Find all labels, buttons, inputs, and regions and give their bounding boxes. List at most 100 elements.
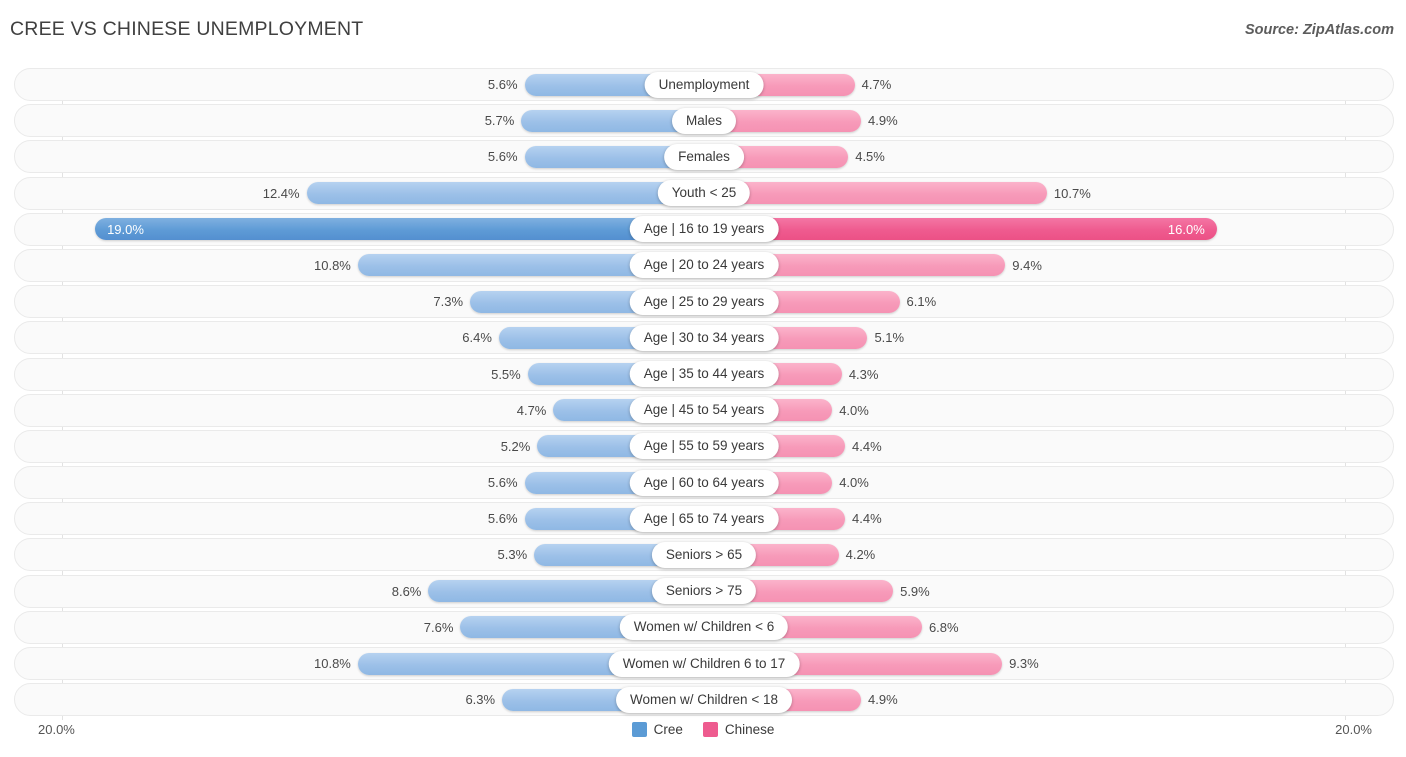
category-label-pill[interactable]: Unemployment: [644, 71, 764, 98]
bar-half-right: 4.4%: [704, 431, 1393, 462]
bar-value-chinese: 4.5%: [855, 149, 885, 165]
bar-value-cree: 6.4%: [462, 330, 492, 346]
bar-value-cree: 7.6%: [423, 619, 454, 635]
bar-value-chinese: 5.1%: [874, 330, 905, 346]
bar-value-cree: 5.6%: [487, 77, 518, 92]
square-swatch-icon: [702, 722, 718, 737]
chart-row[interactable]: 5.6% 4.0% Age | 60 to 64 years: [14, 466, 1394, 500]
chart-rows: 5.6% 4.7% Unemployment 5.7% 4.9% Males 5.6% 4.5…: [14, 68, 1394, 717]
bar-half-left: 10.8%: [15, 250, 704, 281]
bar-half-left: 12.4%: [15, 178, 704, 209]
category-label-pill[interactable]: Age | 60 to 64 years: [629, 469, 779, 496]
chart-row[interactable]: 4.7% 4.0% Age | 45 to 54 years: [14, 393, 1394, 427]
chart-row[interactable]: 5.2% 4.4% Age | 55 to 59 years: [14, 429, 1394, 463]
bar-value-chinese: 10.7%: [1053, 185, 1091, 201]
bar-half-right: 4.4%: [704, 503, 1393, 534]
bar-half-right: 5.9%: [704, 576, 1393, 607]
bar-half-left: 4.7%: [15, 395, 704, 426]
bar-value-chinese: 9.4%: [1012, 257, 1042, 273]
chart-row[interactable]: 5.6% 4.7% Unemployment: [14, 68, 1394, 101]
category-label-pill[interactable]: Age | 45 to 54 years: [629, 397, 779, 424]
bar-half-right: 9.3%: [704, 648, 1393, 679]
category-label-pill[interactable]: Age | 25 to 29 years: [629, 288, 779, 315]
bar-value-chinese: 4.0%: [839, 402, 869, 418]
bar-value-cree: 12.4%: [262, 185, 300, 201]
chart-row[interactable]: 5.6% 4.5% Females: [14, 140, 1394, 174]
bar-cree[interactable]: [306, 182, 704, 205]
bar-half-left: 5.7%: [15, 105, 704, 136]
bar-value-cree: 7.3%: [433, 294, 464, 310]
chart-row[interactable]: 10.8% 9.4% Age | 20 to 24 years: [14, 248, 1394, 282]
category-label-pill[interactable]: Age | 35 to 44 years: [629, 361, 779, 387]
chart-row[interactable]: 7.6% 6.8% Women w/ Children < 6: [14, 610, 1394, 644]
bar-value-chinese: 4.9%: [868, 692, 898, 708]
bar-half-left: 5.6%: [15, 503, 704, 534]
bar-chinese[interactable]: [704, 182, 1047, 205]
category-label-pill[interactable]: Age | 20 to 24 years: [629, 252, 779, 279]
bar-half-right: 4.9%: [704, 684, 1393, 715]
bar-value-cree: 19.0%: [107, 221, 144, 237]
bar-half-left: 5.2%: [15, 431, 704, 462]
category-label-pill[interactable]: Age | 16 to 19 years: [629, 216, 779, 243]
chart-row[interactable]: 5.5% 4.3% Age | 35 to 44 years: [14, 357, 1394, 391]
bar-cree[interactable]: 19.0%: [95, 218, 704, 241]
category-label-pill[interactable]: Males: [671, 107, 737, 134]
chart-row[interactable]: 12.4% 10.7% Youth < 25: [14, 176, 1394, 210]
chart-row[interactable]: 5.6% 4.4% Age | 65 to 74 years: [14, 502, 1394, 536]
category-label-pill[interactable]: Seniors > 65: [651, 541, 757, 568]
bar-value-chinese: 4.7%: [861, 77, 892, 92]
chart-legend: Cree Chinese: [0, 722, 1406, 737]
bar-value-cree: 4.7%: [516, 402, 547, 418]
bar-value-cree: 5.6%: [487, 475, 518, 491]
category-label-pill[interactable]: Women w/ Children 6 to 17: [608, 650, 800, 677]
source-attribution: Source: ZipAtlas.com: [1244, 22, 1394, 38]
bar-half-left: 10.8%: [15, 648, 704, 679]
page-title: CREE VS CHINESE UNEMPLOYMENT: [10, 18, 364, 40]
bar-value-chinese: 6.8%: [928, 619, 959, 635]
bar-half-right: 10.7%: [704, 178, 1393, 209]
bar-half-right: 4.5%: [704, 141, 1393, 172]
legend-label: Chinese: [724, 722, 775, 737]
bar-value-cree: 5.2%: [500, 438, 531, 454]
bar-value-chinese: 4.3%: [848, 366, 879, 382]
bar-half-right: 5.1%: [704, 322, 1393, 353]
bar-value-cree: 5.7%: [484, 113, 515, 129]
category-label-pill[interactable]: Age | 30 to 34 years: [629, 324, 779, 351]
category-label-pill[interactable]: Females: [664, 143, 744, 170]
chart-row[interactable]: 19.0% 16.0% Age | 16 to 19 years: [14, 212, 1394, 246]
bar-chinese[interactable]: 16.0%: [704, 218, 1217, 241]
chart-plot-area: 5.6% 4.7% Unemployment 5.7% 4.9% Males 5.6% 4.5…: [14, 68, 1394, 720]
category-label-pill[interactable]: Age | 65 to 74 years: [629, 505, 779, 532]
chart-row[interactable]: 6.3% 4.9% Women w/ Children < 18: [14, 683, 1394, 717]
bar-half-left: 19.0%: [15, 214, 704, 245]
bar-half-left: 5.6%: [15, 467, 704, 498]
bar-value-cree: 5.6%: [487, 149, 518, 165]
category-label-pill[interactable]: Seniors > 75: [651, 578, 757, 605]
legend-label: Cree: [653, 722, 683, 737]
legend-item-chinese[interactable]: Chinese: [702, 722, 775, 737]
chart-row[interactable]: 7.3% 6.1% Age | 25 to 29 years: [14, 285, 1394, 319]
bar-half-left: 6.3%: [15, 684, 704, 715]
category-label-pill[interactable]: Women w/ Children < 6: [619, 614, 789, 641]
bar-value-chinese: 4.4%: [852, 511, 882, 527]
legend-item-cree[interactable]: Cree: [631, 722, 683, 737]
bar-half-right: 6.1%: [704, 286, 1393, 317]
bar-half-right: 4.9%: [704, 105, 1393, 136]
chart-row[interactable]: 5.7% 4.9% Males: [14, 104, 1394, 138]
chart-row[interactable]: 10.8% 9.3% Women w/ Children 6 to 17: [14, 647, 1394, 680]
category-label-pill[interactable]: Women w/ Children < 18: [616, 686, 792, 713]
bar-half-left: 7.3%: [15, 286, 704, 317]
chart-root: CREE VS CHINESE UNEMPLOYMENT Source: Zip…: [0, 0, 1406, 757]
bar-half-right: 4.0%: [704, 395, 1393, 426]
chart-row[interactable]: 8.6% 5.9% Seniors > 75: [14, 574, 1394, 608]
bar-value-chinese: 9.3%: [1009, 656, 1039, 671]
bar-value-chinese: 6.1%: [906, 294, 937, 310]
category-label-pill[interactable]: Age | 55 to 59 years: [629, 433, 779, 460]
square-swatch-icon: [631, 722, 647, 737]
category-label-pill[interactable]: Youth < 25: [657, 180, 751, 207]
bar-half-left: 5.6%: [15, 69, 704, 100]
chart-row[interactable]: 5.3% 4.2% Seniors > 65: [14, 538, 1394, 572]
chart-row[interactable]: 6.4% 5.1% Age | 30 to 34 years: [14, 321, 1394, 355]
bar-half-right: 6.8%: [704, 612, 1393, 643]
bar-half-right: 4.0%: [704, 467, 1393, 498]
